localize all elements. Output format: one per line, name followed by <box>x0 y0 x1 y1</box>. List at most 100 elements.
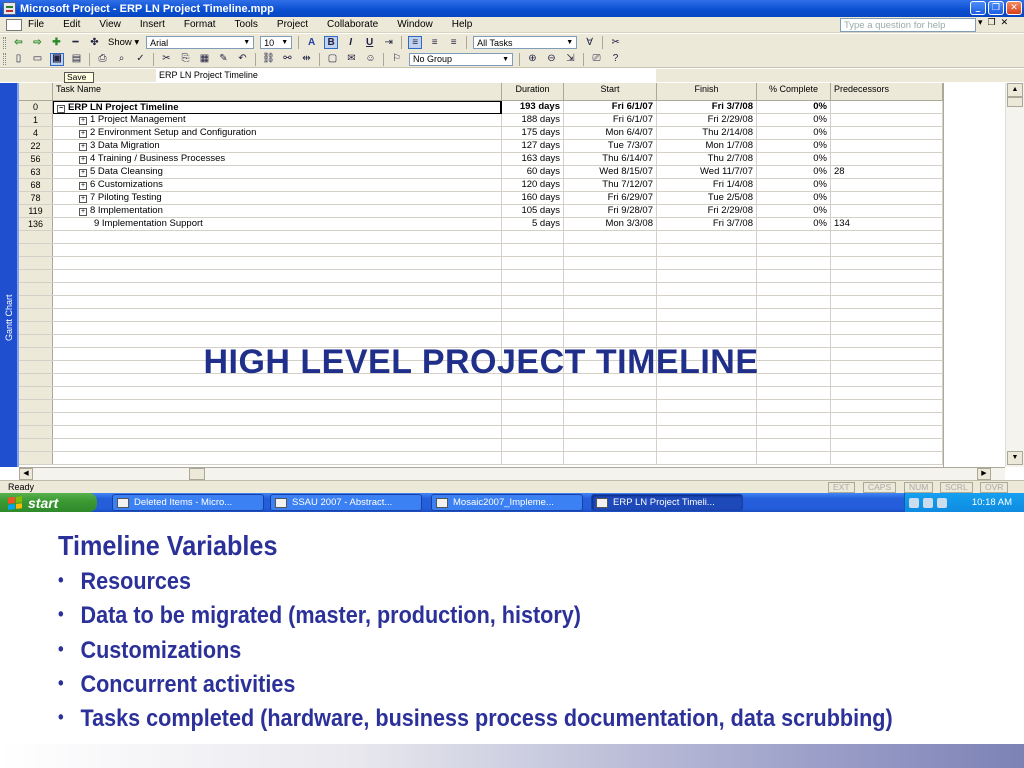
column-header-duration[interactable]: Duration <box>502 83 564 101</box>
percent-complete-cell[interactable] <box>757 387 831 399</box>
cut-icon[interactable]: ✂ <box>160 54 173 65</box>
start-button[interactable]: start <box>0 493 97 512</box>
expand-icon[interactable]: + <box>79 156 87 164</box>
predecessors-cell[interactable] <box>831 114 943 126</box>
task-name-cell[interactable] <box>53 231 502 243</box>
save-icon[interactable]: ▣ <box>50 52 64 66</box>
table-row[interactable] <box>19 270 943 283</box>
start-cell[interactable]: Mon 3/3/08 <box>564 218 657 230</box>
row-id-cell[interactable] <box>19 296 53 308</box>
taskbar-button-email[interactable]: SSAU 2007 - Abstract... <box>270 494 422 511</box>
gantt-wizard-icon[interactable]: ✂ <box>609 37 622 48</box>
paste-icon[interactable]: ▦ <box>198 54 211 65</box>
network-icon[interactable] <box>909 497 919 508</box>
table-row[interactable] <box>19 257 943 270</box>
percent-complete-cell[interactable]: 0% <box>757 101 831 113</box>
duration-cell[interactable] <box>502 387 564 399</box>
copy-icon[interactable]: ⎘ <box>179 54 192 65</box>
ms-project-app-icon[interactable] <box>3 2 16 15</box>
menu-file[interactable]: File <box>28 19 44 30</box>
copy-picture-icon[interactable]: ⎚ <box>590 54 603 65</box>
row-id-cell[interactable] <box>19 439 53 451</box>
finish-cell[interactable]: Fri 2/29/08 <box>657 114 757 126</box>
finish-cell[interactable]: Mon 1/7/08 <box>657 140 757 152</box>
view-bar-label[interactable]: Gantt Chart <box>4 281 14 341</box>
horizontal-scrollbar[interactable]: ◀ ▶ <box>19 467 1005 480</box>
start-cell[interactable]: Thu 7/12/07 <box>564 179 657 191</box>
row-id-cell[interactable]: 63 <box>19 166 53 178</box>
taskbar-button-word[interactable]: Mosaic2007_Impleme... <box>431 494 583 511</box>
finish-cell[interactable] <box>657 309 757 321</box>
notes-icon[interactable]: ✉ <box>345 54 358 65</box>
row-id-cell[interactable] <box>19 309 53 321</box>
start-cell[interactable] <box>564 400 657 412</box>
table-row[interactable] <box>19 322 943 335</box>
table-row[interactable] <box>19 309 943 322</box>
start-cell[interactable] <box>564 439 657 451</box>
finish-cell[interactable] <box>657 387 757 399</box>
percent-complete-cell[interactable] <box>757 231 831 243</box>
predecessors-cell[interactable] <box>831 270 943 282</box>
duration-cell[interactable]: 188 days <box>502 114 564 126</box>
table-row[interactable]: 119 +8 Implementation 105 days Fri 9/28/07 F… <box>19 205 943 218</box>
start-cell[interactable] <box>564 257 657 269</box>
publish-icon[interactable]: ▤ <box>70 54 83 65</box>
predecessors-cell[interactable] <box>831 400 943 412</box>
menu-project[interactable]: Project <box>277 19 308 30</box>
vertical-scroll-thumb[interactable] <box>1007 97 1023 107</box>
duration-cell[interactable]: 163 days <box>502 153 564 165</box>
expand-icon[interactable]: + <box>79 195 87 203</box>
duration-cell[interactable]: 60 days <box>502 166 564 178</box>
row-id-cell[interactable] <box>19 387 53 399</box>
toolbar-grip[interactable] <box>3 36 6 49</box>
task-info-icon[interactable]: ▢ <box>326 54 339 65</box>
start-cell[interactable] <box>564 452 657 464</box>
start-cell[interactable]: Mon 6/4/07 <box>564 127 657 139</box>
zoom-in-icon[interactable]: ⊕ <box>526 54 539 65</box>
clock[interactable]: 10:18 AM <box>972 497 1012 508</box>
duration-cell[interactable]: 193 days <box>502 101 564 113</box>
task-name-cell[interactable]: 9 Implementation Support <box>53 218 502 230</box>
table-row[interactable]: 78 +7 Piloting Testing 160 days Fri 6/29/07… <box>19 192 943 205</box>
new-file-icon[interactable]: ▯ <box>12 54 25 65</box>
table-row[interactable]: 68 +6 Customizations 120 days Thu 7/12/07 Fr… <box>19 179 943 192</box>
predecessors-cell[interactable] <box>831 309 943 321</box>
duration-cell[interactable] <box>502 426 564 438</box>
row-id-cell[interactable]: 68 <box>19 179 53 191</box>
column-header-start[interactable]: Start <box>564 83 657 101</box>
bold-button[interactable]: B <box>324 36 339 49</box>
finish-cell[interactable] <box>657 426 757 438</box>
percent-complete-cell[interactable] <box>757 400 831 412</box>
percent-complete-cell[interactable] <box>757 296 831 308</box>
row-id-cell[interactable] <box>19 283 53 295</box>
predecessors-cell[interactable] <box>831 426 943 438</box>
open-folder-icon[interactable]: ▭ <box>31 54 44 65</box>
duration-cell[interactable]: 5 days <box>502 218 564 230</box>
percent-complete-cell[interactable] <box>757 309 831 321</box>
duration-cell[interactable] <box>502 296 564 308</box>
scroll-to-task-icon[interactable]: ⇲ <box>564 54 577 65</box>
finish-cell[interactable]: Thu 2/14/08 <box>657 127 757 139</box>
task-name-cell[interactable]: +7 Piloting Testing <box>53 192 502 204</box>
predecessors-cell[interactable] <box>831 192 943 204</box>
entry-field[interactable]: ERP LN Project Timeline <box>156 69 656 82</box>
menu-help[interactable]: Help <box>452 19 473 30</box>
start-cell[interactable]: Fri 9/28/07 <box>564 205 657 217</box>
duration-cell[interactable]: 127 days <box>502 140 564 152</box>
restore-button[interactable]: ❐ <box>988 1 1004 15</box>
finish-cell[interactable] <box>657 244 757 256</box>
table-row[interactable]: 56 +4 Training / Business Processes 163 da… <box>19 153 943 166</box>
menu-insert[interactable]: Insert <box>140 19 165 30</box>
percent-complete-cell[interactable] <box>757 283 831 295</box>
duration-cell[interactable]: 120 days <box>502 179 564 191</box>
task-name-cell[interactable] <box>53 296 502 308</box>
predecessors-cell[interactable] <box>831 257 943 269</box>
publish-info-icon[interactable]: ⚐ <box>390 54 403 65</box>
doc-dropdown-button[interactable]: ▾ <box>978 17 983 28</box>
duration-cell[interactable]: 160 days <box>502 192 564 204</box>
predecessors-cell[interactable] <box>831 127 943 139</box>
finish-cell[interactable] <box>657 322 757 334</box>
start-cell[interactable]: Fri 6/29/07 <box>564 192 657 204</box>
duration-cell[interactable] <box>502 400 564 412</box>
predecessors-cell[interactable] <box>831 387 943 399</box>
